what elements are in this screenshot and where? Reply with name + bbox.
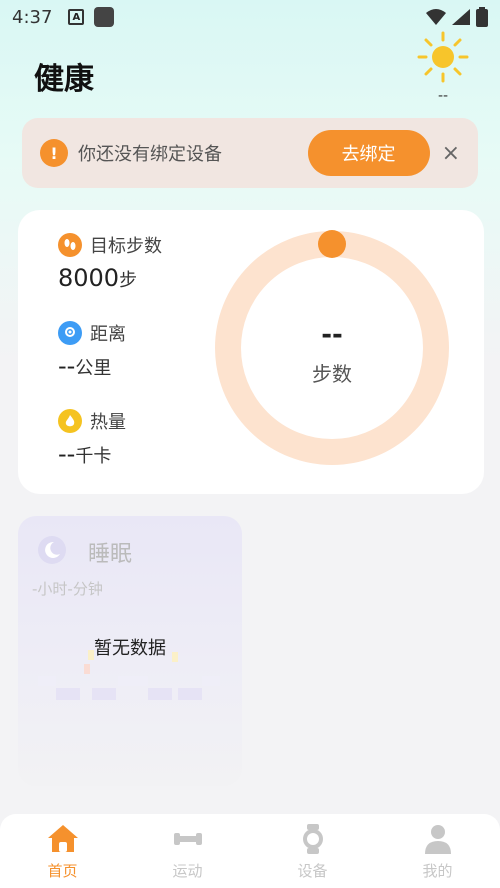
status-bar: 4:37 A: [0, 0, 500, 34]
tab-mine[interactable]: 我的: [375, 814, 500, 888]
footprints-icon: [58, 233, 82, 257]
close-icon[interactable]: ×: [442, 141, 460, 166]
page-title: 健康: [34, 62, 94, 97]
metric-value: 8000: [58, 264, 120, 292]
metric-label: 热量: [90, 412, 126, 433]
watch-icon: [302, 824, 323, 854]
signal-icon: [452, 9, 470, 25]
home-icon: [47, 825, 78, 852]
metric-value: --: [58, 352, 76, 380]
metric-unit: 步: [119, 270, 138, 291]
metric-target-steps: 目标步数 8000步: [58, 232, 162, 292]
steps-card[interactable]: 目标步数 8000步 距离 --公里 热量 --千卡 -- 步数: [18, 210, 484, 494]
notification-square-icon: [94, 7, 115, 27]
progress-knob: [318, 230, 346, 258]
tab-label: 我的: [422, 862, 453, 880]
metric-unit: 千卡: [75, 446, 112, 467]
flame-icon: [58, 409, 82, 433]
metric-calories: 热量 --千卡: [58, 408, 126, 468]
wifi-icon: [426, 9, 446, 25]
metric-label: 距离: [90, 324, 126, 345]
location-pin-icon: [58, 321, 82, 345]
tab-sport[interactable]: 运动: [125, 814, 250, 888]
weather-temperature: --: [437, 88, 449, 104]
tab-label: 运动: [172, 862, 203, 880]
weather-widget[interactable]: --: [416, 30, 470, 110]
tab-label: 首页: [47, 862, 78, 880]
sleep-duration: -小时-分钟: [32, 580, 103, 598]
tab-home[interactable]: 首页: [0, 814, 125, 888]
steps-count: --: [321, 320, 343, 350]
metric-label: 目标步数: [90, 236, 162, 257]
metric-value: --: [58, 440, 76, 468]
sleep-card[interactable]: 睡眠 -小时-分钟 暂无数据: [18, 516, 242, 786]
status-time: 4:37: [12, 6, 53, 28]
person-icon: [424, 825, 451, 854]
sleep-title: 睡眠: [88, 542, 133, 567]
dumbbell-icon: [173, 833, 202, 845]
tab-device[interactable]: 设备: [250, 814, 375, 888]
battery-icon: [476, 7, 488, 27]
warning-icon: !: [40, 139, 68, 167]
bottom-nav: 首页 运动 设备 我的: [0, 814, 500, 888]
metric-unit: 公里: [75, 358, 112, 379]
moon-icon: [38, 536, 66, 564]
app-notification-icon: A: [68, 9, 85, 25]
metric-distance: 距离 --公里: [58, 320, 126, 380]
steps-label: 步数: [312, 362, 352, 386]
sun-icon: [417, 31, 469, 83]
no-data-text: 暂无数据: [94, 638, 166, 659]
tab-label: 设备: [297, 862, 328, 880]
bind-message: 你还没有绑定设备: [78, 144, 222, 165]
bind-device-banner: ! 你还没有绑定设备 去绑定 ×: [22, 118, 478, 188]
bind-device-button[interactable]: 去绑定: [307, 130, 430, 176]
